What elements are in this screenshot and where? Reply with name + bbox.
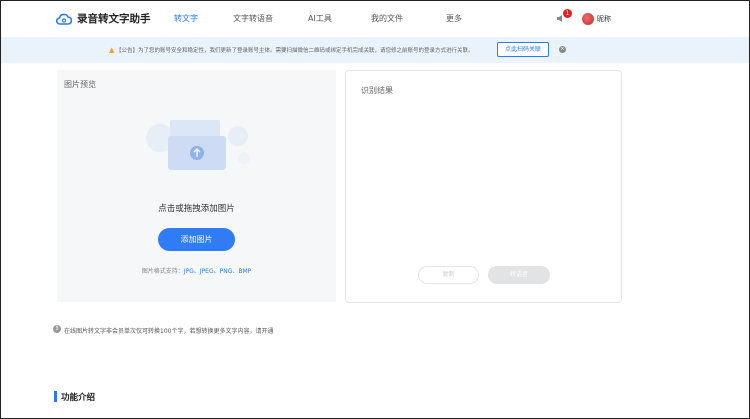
result-title: 识别结果 bbox=[361, 86, 393, 95]
formats-list: JPG、JPEG、PNG、BMP bbox=[183, 268, 252, 275]
app-name: 录音转文字助手 bbox=[77, 13, 151, 25]
close-icon[interactable]: × bbox=[559, 46, 566, 53]
nav-item-my-files[interactable]: 我的文件 bbox=[371, 13, 403, 24]
add-image-button[interactable]: 添加图片 bbox=[158, 228, 235, 251]
nav-item-text-to-speech[interactable]: 文字转语音 bbox=[233, 13, 273, 24]
formats-label: 图片格式支持： bbox=[141, 268, 184, 275]
recognition-result-panel[interactable] bbox=[345, 70, 622, 303]
nav-item-to-text[interactable]: 转文字 bbox=[174, 13, 198, 24]
scan-link-button[interactable]: 点此扫码关联 bbox=[497, 42, 549, 57]
cloud-logo-icon bbox=[56, 13, 72, 25]
supported-formats: 图片格式支持：JPG、JPEG、PNG、BMP bbox=[57, 266, 336, 275]
feature-intro-title: 功能介绍 bbox=[61, 393, 96, 403]
avatar[interactable] bbox=[582, 13, 594, 25]
info-icon: ! bbox=[53, 325, 61, 333]
section-accent-bar bbox=[54, 391, 57, 402]
member-limit-tip: 在线图片转文字非会员单次仅可转换100个字，若想转换更多文字内容，请开通 bbox=[64, 328, 274, 335]
user-name[interactable]: 昵称 bbox=[597, 14, 611, 24]
upload-hint: 点击或拖拽添加图片 bbox=[158, 204, 235, 214]
notification-badge: 1 bbox=[563, 9, 572, 18]
copy-button[interactable]: 复制 bbox=[418, 266, 479, 284]
convert-to-speech-button[interactable]: 转语音 bbox=[488, 266, 550, 284]
fire-icon: ▲ bbox=[109, 46, 115, 54]
upload-illustration-icon bbox=[146, 120, 250, 170]
nav-item-ai-tools[interactable]: AI工具 bbox=[308, 13, 332, 24]
preview-title: 图片预览 bbox=[64, 80, 96, 89]
nav-item-more[interactable]: 更多 bbox=[446, 13, 462, 24]
app-logo[interactable]: 录音转文字助手 bbox=[56, 11, 151, 26]
announcement-text: 【公告】为了您的账号安全和稳定性，我们更新了登录账号主体。需要扫描微信二维码或绑… bbox=[116, 48, 474, 54]
top-header: 录音转文字助手 转文字 文字转语音 AI工具 我的文件 更多 1 昵称 bbox=[0, 0, 750, 37]
